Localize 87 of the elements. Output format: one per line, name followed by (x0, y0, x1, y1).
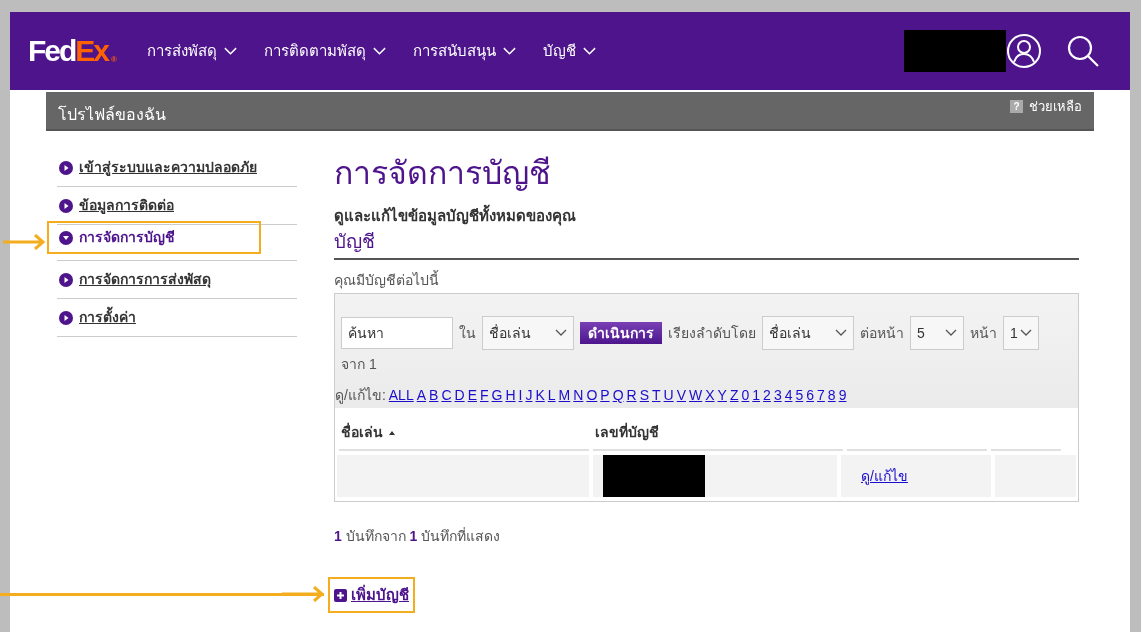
page-heading: การจัดการบัญชี (334, 154, 552, 193)
letter-filter-link[interactable]: J (525, 385, 533, 406)
logo[interactable]: FedEx® (28, 36, 117, 66)
letter-filter-link[interactable]: T (652, 385, 661, 406)
letter-filter-link[interactable]: Q (612, 385, 624, 406)
in-label: ใน (459, 323, 476, 343)
nav-menu[interactable]: การติดตามพัสดุ (263, 39, 387, 63)
nav-menu[interactable]: การส่งพัสดุ (146, 39, 238, 63)
subtitle: ดูและแก้ไขข้อมูลบัญชีทั้งหมดของคุณ (334, 205, 1079, 228)
user-icon[interactable] (1006, 33, 1042, 69)
dropdown-select[interactable]: ชื่อเล่น (762, 316, 854, 350)
chevron-down-icon (222, 46, 238, 56)
letter-filter-label: ดู/แก้ไข: (335, 386, 386, 406)
sidebar-link[interactable]: การตั้งค่า (57, 301, 297, 334)
search-icon[interactable] (1066, 34, 1100, 68)
letter-filter-link[interactable]: G (491, 385, 503, 406)
letter-filter-link[interactable]: C (441, 385, 452, 406)
view-edit-link[interactable]: ดู/แก้ไข (861, 465, 908, 487)
letter-filter-link[interactable]: U (663, 385, 674, 406)
letter-filter-link[interactable]: Z (729, 385, 739, 406)
letter-filter-link[interactable]: 6 (806, 385, 815, 406)
sidebar-link[interactable]: ข้อมูลการติดต่อ (57, 189, 297, 222)
letter-filter-link[interactable]: ALL (388, 385, 414, 406)
chevron-down-icon (555, 329, 567, 337)
nav-menu[interactable]: บัญชี (542, 39, 597, 63)
chevron-down-icon (581, 46, 597, 56)
letter-filter-link[interactable]: O (586, 385, 598, 406)
letter-filter-link[interactable]: D (454, 385, 465, 406)
per-page-label: ต่อหน้า (860, 323, 904, 343)
page-count: จาก 1 (340, 355, 378, 374)
nav-menu[interactable]: การสนับสนุน (412, 39, 517, 63)
plus-icon (334, 588, 347, 602)
caret-right-circle-icon (59, 310, 73, 325)
letter-filter-link[interactable]: H (505, 385, 516, 406)
letter-filter-link[interactable]: A (416, 385, 427, 406)
letter-filter-link[interactable]: P (600, 385, 610, 406)
page-section-title: โปรไฟล์ของฉัน (58, 104, 166, 125)
caret-right-circle-icon (59, 198, 73, 213)
arrow-icon (3, 234, 47, 250)
letter-filter-link[interactable]: 4 (784, 385, 793, 406)
search-field[interactable]: ค้นหา (341, 317, 453, 349)
letter-filter-link[interactable]: N (573, 385, 584, 406)
dropdown-select[interactable]: 5 (910, 316, 964, 350)
page-label: หน้า (970, 323, 997, 343)
caret-right-circle-icon (59, 272, 73, 287)
caret-down-circle-icon (59, 230, 73, 245)
letter-filter-link[interactable]: R (626, 385, 637, 406)
letter-filter-link[interactable]: 9 (838, 385, 847, 406)
dropdown-select[interactable]: ชื่อเล่น (482, 316, 574, 350)
letter-filter-link[interactable]: V (676, 385, 686, 406)
letter-filter-link[interactable]: 1 (752, 385, 761, 406)
letter-filter-link[interactable]: I (518, 385, 523, 406)
letter-filter-link[interactable]: F (480, 385, 489, 406)
letter-filter-link[interactable]: 5 (795, 385, 804, 406)
letter-filter-link[interactable]: Y (717, 385, 727, 406)
letter-filter-link[interactable]: X (705, 385, 715, 406)
caret-right-circle-icon (59, 160, 73, 175)
letter-filter-link[interactable]: 7 (817, 385, 825, 406)
column-header[interactable]: ชื่อเล่น (339, 416, 589, 451)
chevron-down-icon (1020, 329, 1032, 337)
section-heading: บัญชี (334, 227, 1079, 260)
letter-filter-link[interactable]: E (467, 385, 477, 406)
chevron-down-icon (371, 46, 387, 56)
letter-filter-link[interactable]: S (639, 385, 649, 406)
sidebar-link[interactable]: การจัดการบัญชี (47, 221, 261, 254)
dropdown-select[interactable]: 1 (1003, 316, 1039, 350)
sidebar-link[interactable]: การจัดการการส่งพัสดุ (57, 263, 297, 296)
letter-filter-link[interactable]: K (535, 385, 545, 406)
letter-filter-link[interactable]: W (689, 385, 703, 406)
letter-filter-link[interactable]: B (429, 385, 439, 406)
letter-filter-link[interactable]: M (558, 385, 571, 406)
chevron-down-icon (945, 329, 957, 337)
letter-filter-link[interactable]: 2 (763, 385, 771, 406)
help-link[interactable]: ? ช่วยเหลือ (1010, 96, 1082, 117)
chevron-down-icon (501, 46, 517, 56)
letter-filter-link[interactable]: 8 (827, 385, 836, 406)
column-header[interactable]: เลขที่บัญชี (593, 416, 843, 451)
intro-text: คุณมีบัญชีต่อไปนี้ (334, 270, 440, 291)
chevron-down-icon (835, 329, 847, 337)
letter-filter-link[interactable]: 3 (773, 385, 782, 406)
go-button[interactable]: ดำเนินการ (580, 322, 662, 344)
letter-filter-link[interactable]: 0 (741, 385, 750, 406)
sort-label: เรียงลำดับโดย (668, 323, 756, 343)
records-summary: 1 บันทึกจาก 1 บันทึกที่แสดง (334, 526, 502, 546)
sidebar-link[interactable]: เข้าสู่ระบบและความปลอดภัย (57, 151, 297, 184)
add-account-link[interactable]: เพิ่มบัญชี (328, 577, 415, 613)
letter-filter-link[interactable]: L (547, 385, 556, 406)
